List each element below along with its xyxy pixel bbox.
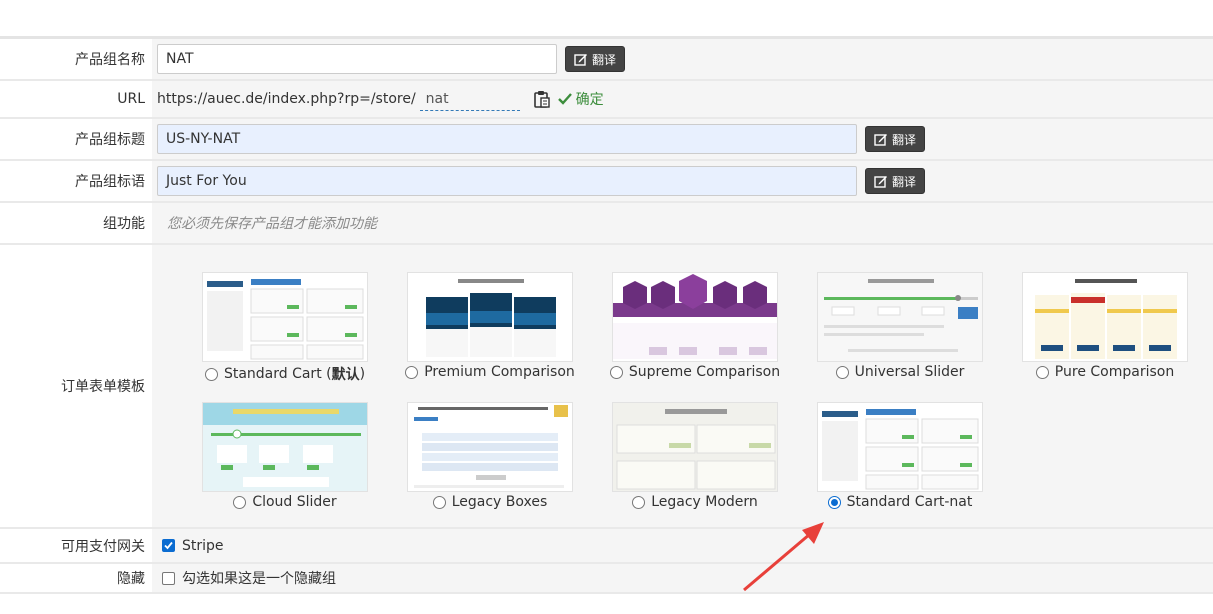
- edit-icon: [874, 176, 887, 188]
- template-name: Supreme Comparison: [628, 364, 781, 380]
- template-name: Cloud Slider: [252, 494, 337, 510]
- template-supreme-comparison[interactable]: Supreme Comparison: [609, 272, 781, 380]
- checkbox-check-icon: [164, 541, 173, 550]
- template-radio[interactable]: [432, 495, 446, 509]
- group-name-field-cell: NAT 翻译: [152, 39, 1213, 79]
- template-preview: [1022, 272, 1188, 362]
- template-legacy-modern[interactable]: Legacy Modern: [612, 402, 778, 510]
- hidden-checkbox[interactable]: [162, 571, 175, 585]
- template-radio-selected[interactable]: [827, 495, 841, 509]
- template-radio[interactable]: [609, 365, 623, 379]
- group-features-field-cell: 您必须先保存产品组才能添加功能: [152, 203, 1213, 243]
- template-preview: [817, 272, 983, 362]
- template-name-default: 默认: [331, 367, 360, 383]
- group-features-label: 组功能: [0, 203, 152, 243]
- row-hidden: 隐藏 勾选如果这是一个隐藏组: [0, 564, 1213, 594]
- template-premium-comparison[interactable]: Premium Comparison: [405, 272, 575, 380]
- row-group-name: 产品组名称 NAT 翻译: [0, 39, 1213, 81]
- group-headline-input[interactable]: US-NY-NAT: [157, 124, 857, 154]
- hidden-field-cell: 勾选如果这是一个隐藏组: [152, 564, 1213, 592]
- template-radio[interactable]: [204, 367, 218, 381]
- check-icon: [557, 93, 572, 105]
- template-preview: [407, 402, 573, 492]
- translate-label: 翻译: [892, 174, 917, 189]
- template-cloud-slider[interactable]: Cloud Slider: [202, 402, 368, 510]
- translate-label: 翻译: [892, 132, 917, 147]
- hidden-option-label: 勾选如果这是一个隐藏组: [182, 571, 336, 587]
- row-order-template: 订单表单模板 Standard Cart (默认) Premium Compar…: [0, 245, 1213, 529]
- edit-icon: [574, 54, 587, 66]
- group-name-label: 产品组名称: [0, 39, 152, 79]
- template-preview: [612, 272, 778, 362]
- template-name: Premium Comparison: [424, 364, 575, 380]
- group-name-translate-button[interactable]: 翻译: [565, 46, 626, 72]
- url-confirm[interactable]: 确定: [557, 89, 604, 109]
- template-standard-cart-nat[interactable]: Standard Cart-nat: [817, 402, 983, 510]
- annotation-arrow: [743, 522, 824, 592]
- template-radio[interactable]: [233, 495, 247, 509]
- payment-gateways-label: 可用支付网关: [0, 529, 152, 562]
- template-preview: [407, 272, 573, 362]
- template-preview: [612, 402, 778, 492]
- row-payment-gateways: 可用支付网关 Stripe: [0, 529, 1213, 564]
- group-tagline-input[interactable]: Just For You: [157, 166, 857, 196]
- group-name-input[interactable]: NAT: [157, 44, 557, 74]
- template-universal-slider[interactable]: Universal Slider: [817, 272, 983, 380]
- template-preview: [202, 272, 368, 362]
- template-preview: [817, 402, 983, 492]
- confirm-label: 确定: [575, 92, 604, 108]
- product-group-form: 产品组名称 NAT 翻译 URL https://auec.de/index.p…: [0, 36, 1213, 594]
- clipboard-icon[interactable]: [533, 90, 550, 108]
- group-features-hint: 您必须先保存产品组才能添加功能: [167, 216, 377, 232]
- url-label: URL: [0, 81, 152, 117]
- url-slug-input[interactable]: nat: [419, 87, 520, 111]
- stripe-label: Stripe: [182, 537, 224, 554]
- group-tagline-label: 产品组标语: [0, 161, 152, 201]
- row-group-tagline: 产品组标语 Just For You 翻译: [0, 161, 1213, 203]
- order-template-label: 订单表单模板: [0, 245, 152, 527]
- payment-gateways-field-cell: Stripe: [152, 529, 1213, 562]
- row-group-headline: 产品组标题 US-NY-NAT 翻译: [0, 119, 1213, 161]
- order-template-field-cell: Standard Cart (默认) Premium Comparison Su…: [152, 245, 1213, 527]
- group-tagline-field-cell: Just For You 翻译: [152, 161, 1213, 201]
- url-field-cell: https://auec.de/index.php?rp=/store/ nat…: [152, 81, 1213, 117]
- template-name: Standard Cart-nat: [846, 494, 973, 510]
- stripe-checkbox[interactable]: [162, 539, 175, 552]
- top-band: [0, 0, 1213, 36]
- template-radio[interactable]: [405, 365, 419, 379]
- row-url: URL https://auec.de/index.php?rp=/store/…: [0, 81, 1213, 119]
- template-name: Pure Comparison: [1054, 364, 1175, 380]
- template-radio[interactable]: [632, 495, 646, 509]
- row-group-features: 组功能 您必须先保存产品组才能添加功能: [0, 203, 1213, 245]
- template-legacy-boxes[interactable]: Legacy Boxes: [407, 402, 573, 510]
- template-pure-comparison[interactable]: Pure Comparison: [1022, 272, 1188, 380]
- edit-icon: [874, 134, 887, 146]
- template-standard-cart[interactable]: Standard Cart (默认): [202, 272, 368, 384]
- template-name: Universal Slider: [854, 364, 965, 380]
- template-grid: Standard Cart (默认) Premium Comparison Su…: [157, 245, 1213, 527]
- group-headline-translate-button[interactable]: 翻译: [865, 126, 926, 152]
- template-radio[interactable]: [1035, 365, 1049, 379]
- hidden-label: 隐藏: [0, 564, 152, 592]
- template-preview: [202, 402, 368, 492]
- group-headline-label: 产品组标题: [0, 119, 152, 159]
- translate-label: 翻译: [592, 52, 617, 67]
- template-name: Legacy Boxes: [451, 494, 548, 510]
- group-tagline-translate-button[interactable]: 翻译: [865, 168, 926, 194]
- group-headline-field-cell: US-NY-NAT 翻译: [152, 119, 1213, 159]
- url-prefix: https://auec.de/index.php?rp=/store/: [157, 91, 416, 107]
- template-name: Legacy Modern: [651, 494, 758, 510]
- template-radio[interactable]: [835, 365, 849, 379]
- template-name: Standard Cart (: [223, 366, 332, 382]
- template-name-end: ): [359, 366, 366, 382]
